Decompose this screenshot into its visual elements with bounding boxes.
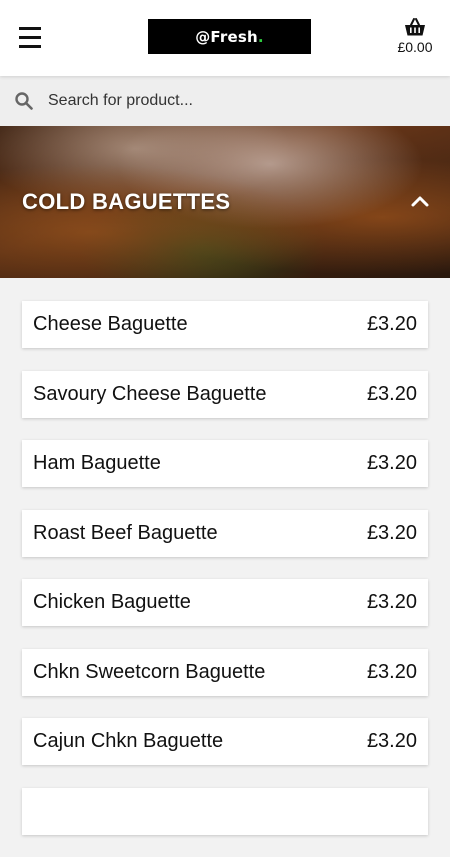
menu-button[interactable] — [19, 27, 41, 49]
product-item[interactable]: Ham Baguette £3.20 — [22, 440, 428, 487]
search-input[interactable] — [48, 88, 428, 114]
hamburger-icon — [19, 27, 41, 30]
product-item[interactable]: Savoury Cheese Baguette £3.20 — [22, 370, 428, 418]
cart-total: £0.00 — [397, 39, 433, 55]
hamburger-icon-bar — [19, 36, 41, 39]
chevron-up-icon[interactable] — [408, 190, 432, 214]
product-name: Cheese Baguette — [33, 313, 188, 335]
search-bar — [0, 76, 450, 126]
logo[interactable]: @Fresh. — [148, 19, 311, 54]
product-price: £3.20 — [366, 660, 417, 683]
product-item[interactable]: Cheese Baguette £3.20 — [22, 301, 428, 348]
product-price: £3.20 — [366, 730, 417, 752]
logo-text: @Fresh — [195, 27, 258, 46]
product-name: Savoury Cheese Baguette — [33, 382, 267, 405]
product-item[interactable]: Chkn Sweetcorn Baguette £3.20 — [22, 648, 428, 696]
product-list: Cheese Baguette £3.20 Savoury Cheese Bag… — [22, 301, 428, 857]
basket-icon — [405, 18, 425, 36]
product-name: Cajun Chkn Baguette — [33, 730, 224, 752]
product-price: £3.20 — [366, 313, 417, 335]
product-name: Ham Baguette — [33, 452, 161, 474]
app-header: @Fresh. £0.00 — [0, 0, 450, 76]
product-item[interactable]: Roast Beef Baguette £3.20 — [22, 509, 428, 557]
product-name: Chicken Baguette — [33, 591, 191, 613]
search-icon — [15, 92, 33, 110]
category-title: COLD BAGUETTES — [22, 189, 231, 214]
product-price: £3.20 — [366, 521, 417, 544]
product-price: £3.20 — [366, 382, 417, 405]
cart-button[interactable]: £0.00 — [394, 17, 436, 61]
logo-dot: . — [257, 27, 264, 46]
product-price: £3.20 — [366, 452, 417, 474]
product-name: Roast Beef Baguette — [33, 521, 218, 544]
hamburger-icon-bar — [19, 45, 41, 48]
product-item[interactable]: Cajun Chkn Baguette £3.20 — [22, 718, 428, 765]
product-price: £3.20 — [366, 591, 417, 613]
category-banner: COLD BAGUETTES — [0, 126, 450, 278]
product-item[interactable]: Chicken Baguette £3.20 — [22, 579, 428, 626]
product-name: Chkn Sweetcorn Baguette — [33, 660, 266, 683]
product-item-partial[interactable] — [22, 787, 428, 835]
